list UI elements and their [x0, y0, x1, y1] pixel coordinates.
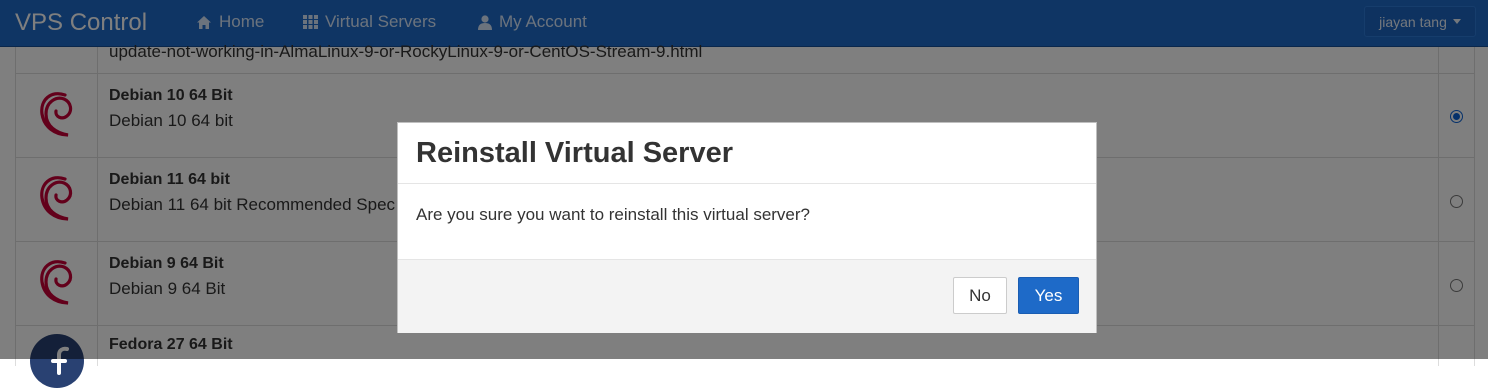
yes-button[interactable]: Yes: [1018, 277, 1079, 314]
dialog-body: Are you sure you want to reinstall this …: [398, 184, 1096, 259]
dialog-header: Reinstall Virtual Server: [398, 123, 1096, 184]
dialog-footer: No Yes: [398, 259, 1096, 333]
dialog-message: Are you sure you want to reinstall this …: [416, 205, 811, 224]
reinstall-confirm-dialog: Reinstall Virtual Server Are you sure yo…: [397, 122, 1097, 333]
dialog-title: Reinstall Virtual Server: [416, 137, 734, 169]
no-button[interactable]: No: [953, 277, 1007, 314]
